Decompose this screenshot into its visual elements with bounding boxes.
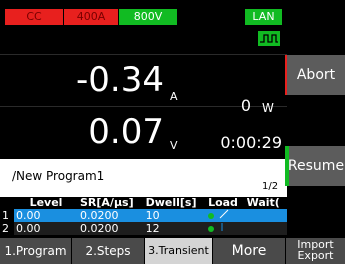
page-indicator: 1/2 (262, 181, 279, 192)
current-unit: A (170, 90, 178, 103)
voltage-reading: 0.07 (88, 112, 164, 152)
voltage-range-badge: 800V (119, 9, 177, 25)
sr-cell[interactable]: 0.0200 (78, 209, 144, 222)
load-slope-icon (219, 209, 228, 219)
load-cell[interactable] (206, 209, 245, 222)
tab-more[interactable]: More (213, 238, 286, 264)
divider (0, 54, 287, 55)
load-toggle-icon (208, 226, 215, 232)
tab-transient[interactable]: 3.Transient (145, 238, 213, 264)
tab-import-export[interactable]: Import Export (286, 238, 345, 264)
level-header: Level (29, 196, 63, 209)
sr-header: SR[A/μs] (80, 196, 134, 209)
wait-header: Wait( (246, 196, 280, 209)
row-index: 2 (0, 222, 14, 235)
load-toggle-icon (208, 213, 215, 219)
load-header: Load (208, 196, 238, 209)
program-header: /New Program1 1/2 (0, 159, 287, 197)
voltage-unit: V (170, 139, 178, 152)
resume-button[interactable]: Resume (287, 146, 345, 186)
table-row[interactable]: 2 0.00 0.0200 12 (0, 222, 287, 235)
load-slope-icon (221, 223, 223, 231)
dwell-cell[interactable]: 12 (143, 222, 207, 235)
table-header-row: Level SR[A/μs] Dwell[s] Load Wait( (0, 196, 287, 209)
wait-cell[interactable] (244, 222, 287, 235)
lan-badge: LAN (245, 9, 282, 25)
abort-button[interactable]: Abort (287, 55, 345, 95)
tab-program[interactable]: 1.Program (0, 238, 72, 264)
program-name: /New Program1 (12, 169, 105, 183)
mode-badge: CC (5, 9, 63, 25)
steps-table: Level SR[A/μs] Dwell[s] Load Wait( 1 0.0… (0, 196, 287, 235)
tab-steps[interactable]: 2.Steps (72, 238, 145, 264)
square-wave-icon (258, 31, 280, 46)
level-cell[interactable]: 0.00 (14, 209, 78, 222)
sr-cell[interactable]: 0.0200 (78, 222, 144, 235)
dwell-cell[interactable]: 10 (143, 209, 207, 222)
load-cell[interactable] (206, 222, 245, 235)
current-range-badge: 400A (64, 9, 118, 25)
resume-indicator (285, 146, 289, 186)
index-header (0, 196, 14, 209)
power-unit: W (262, 101, 274, 115)
abort-indicator (285, 55, 287, 95)
row-index: 1 (0, 209, 14, 222)
table-row[interactable]: 1 0.00 0.0200 10 (0, 209, 287, 222)
wait-cell[interactable] (244, 209, 287, 222)
power-reading: 0 (240, 96, 251, 115)
instrument-screen: CC 400A 800V LAN -0.34 A 0 W 0.07 V 0:00… (0, 0, 345, 264)
dwell-header: Dwell[s] (145, 196, 197, 209)
elapsed-time: 0:00:29 (220, 133, 282, 152)
current-reading: -0.34 (76, 60, 164, 100)
level-cell[interactable]: 0.00 (14, 222, 78, 235)
